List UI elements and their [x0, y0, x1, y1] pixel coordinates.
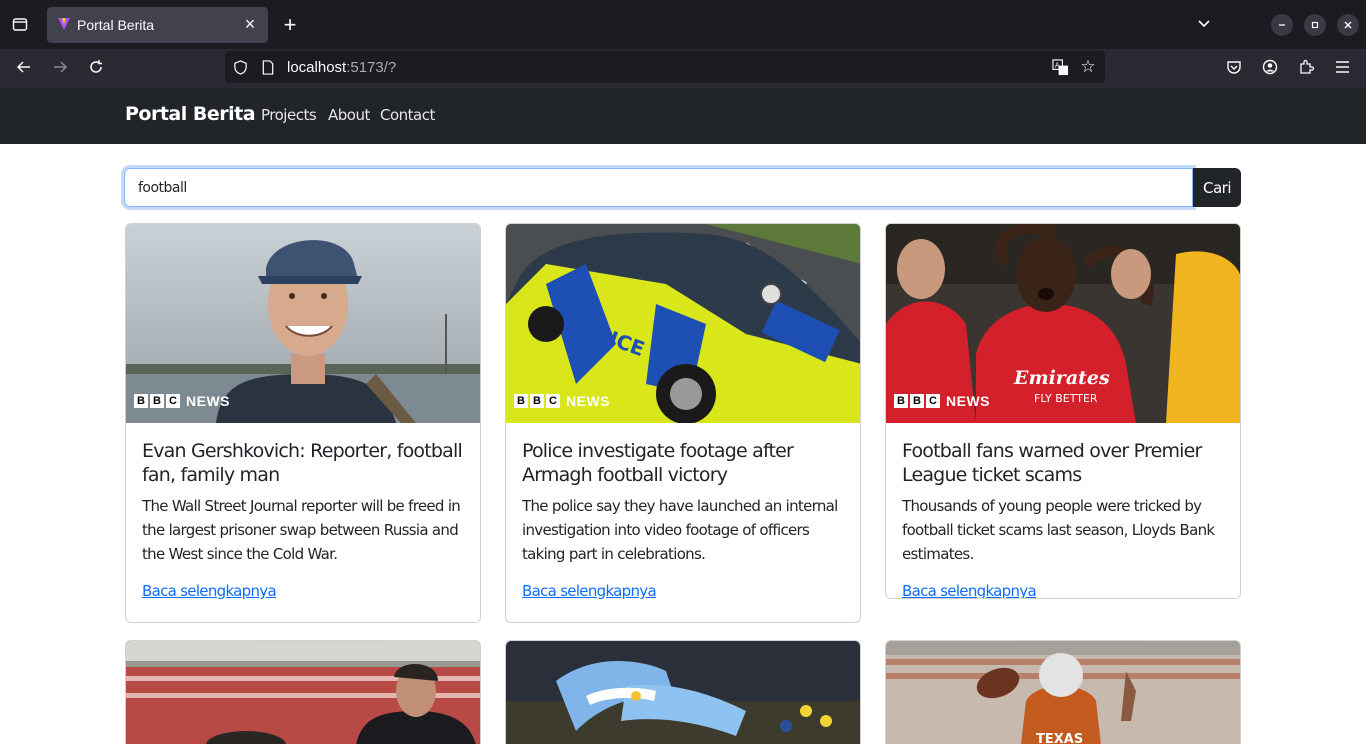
article-image — [506, 641, 860, 744]
article-image: POLICE B B C NEWS — [506, 224, 860, 423]
forward-arrow-icon[interactable] — [50, 57, 70, 77]
bbc-news-watermark: B B C NEWS — [514, 393, 610, 409]
extensions-icon[interactable] — [1297, 58, 1315, 76]
article-image: Emirates FLY BETTER B B C NEWS — [886, 224, 1240, 423]
article-image: B B C NEWS — [126, 224, 480, 423]
read-more-link[interactable]: Baca selengkapnya — [522, 582, 657, 600]
read-more-link[interactable]: Baca selengkapnya — [142, 582, 277, 600]
article-title: Police investigate footage after Armagh … — [522, 440, 794, 486]
tab-close-icon[interactable]: × — [240, 14, 260, 34]
new-tab-icon[interactable]: + — [279, 12, 301, 37]
tab-overflow-chevron-icon[interactable] — [1194, 14, 1214, 34]
bbc-letter: C — [926, 394, 940, 408]
svg-text:TEXAS: TEXAS — [1036, 732, 1083, 744]
address-bar[interactable]: localhost:5173/? A ☆ — [225, 51, 1105, 83]
menu-hamburger-icon[interactable] — [1333, 58, 1351, 76]
translate-icon[interactable]: A — [1051, 58, 1069, 76]
bbc-letter: B — [910, 394, 924, 408]
bbc-letter: B — [134, 394, 148, 408]
minimize-window-icon[interactable] — [1271, 14, 1293, 36]
bbc-news-word: NEWS — [186, 393, 230, 409]
article-description: The Wall Street Journal reporter will be… — [142, 497, 461, 563]
article-image: TEXAS — [886, 641, 1240, 744]
bbc-letter: B — [514, 394, 528, 408]
tab-list-icon[interactable] — [10, 14, 30, 34]
bbc-letter: B — [150, 394, 164, 408]
news-card: B B C NEWS Evan Gershkovich: Reporter, f… — [125, 223, 481, 623]
news-card: POLICE B B C NEWS Police investigate foo… — [505, 223, 861, 623]
nav-link-projects[interactable]: Projects — [261, 106, 317, 124]
article-image — [126, 641, 480, 744]
shield-icon[interactable] — [232, 59, 248, 75]
search-button[interactable]: Cari — [1193, 168, 1241, 207]
bbc-news-watermark: B B C NEWS — [894, 393, 990, 409]
back-arrow-icon[interactable] — [14, 57, 34, 77]
news-card: Emirates FLY BETTER B B C NEWS Football … — [885, 223, 1241, 599]
news-card: TEXAS — [885, 640, 1241, 744]
site-navbar: Portal Berita Projects About Contact — [0, 88, 1366, 144]
url-port-path: :5173/? — [346, 59, 397, 76]
url-host: localhost — [287, 59, 347, 76]
read-more-link[interactable]: Baca selengkapnya — [902, 582, 1037, 598]
article-description: Thousands of young people were tricked b… — [902, 497, 1215, 563]
nav-link-about[interactable]: About — [328, 106, 370, 124]
article-description: The police say they have launched an int… — [522, 497, 838, 563]
bookmark-star-icon[interactable]: ☆ — [1079, 57, 1097, 76]
browser-tab-bar: Portal Berita × + — [0, 0, 1366, 49]
bbc-letter: B — [530, 394, 544, 408]
bbc-news-word: NEWS — [566, 393, 610, 409]
page-icon[interactable] — [260, 59, 276, 75]
article-title: Football fans warned over Premier League… — [902, 440, 1202, 486]
reload-icon[interactable] — [86, 57, 106, 77]
nav-link-contact[interactable]: Contact — [380, 106, 435, 124]
svg-text:FLY BETTER: FLY BETTER — [1034, 392, 1098, 405]
pocket-icon[interactable] — [1225, 58, 1243, 76]
tab-title: Portal Berita — [77, 17, 155, 33]
close-window-icon[interactable] — [1337, 14, 1359, 36]
bbc-letter: C — [546, 394, 560, 408]
bbc-letter: B — [894, 394, 908, 408]
url-text: localhost:5173/? — [287, 59, 396, 76]
account-icon[interactable] — [1261, 58, 1279, 76]
brand-logo[interactable]: Portal Berita — [125, 103, 256, 125]
search-input[interactable] — [124, 168, 1193, 207]
article-title: Evan Gershkovich: Reporter, football fan… — [142, 440, 463, 486]
bbc-news-watermark: B B C NEWS — [134, 393, 230, 409]
browser-toolbar: localhost:5173/? A ☆ — [0, 49, 1366, 88]
news-card — [505, 640, 861, 744]
vite-favicon-icon — [58, 18, 70, 30]
bbc-news-word: NEWS — [946, 393, 990, 409]
browser-tab[interactable]: Portal Berita × — [47, 7, 268, 43]
svg-text:A: A — [1054, 61, 1059, 69]
restore-window-icon[interactable] — [1304, 14, 1326, 36]
svg-text:Emirates: Emirates — [1013, 367, 1110, 389]
news-card — [125, 640, 481, 744]
bbc-letter: C — [166, 394, 180, 408]
